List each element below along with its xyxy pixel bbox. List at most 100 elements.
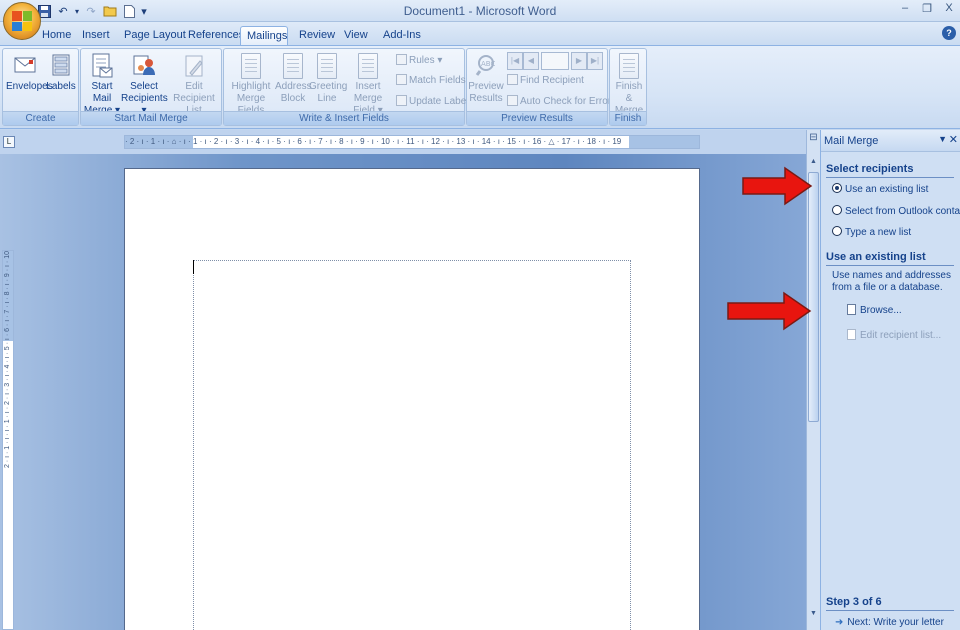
help-icon[interactable]: ? — [942, 26, 956, 40]
task-pane-title: Mail Merge — [824, 135, 879, 147]
group-preview-results: ABC Preview Results |◀ ◀ ▶ ▶| Find Recip… — [466, 48, 616, 126]
task-pane-menu-icon[interactable]: ▼ — [938, 134, 947, 144]
insert-merge-field-button[interactable]: Insert Merge Field ▾ — [342, 53, 394, 117]
minimize-button[interactable]: – — [898, 2, 912, 15]
radio-outlook-contacts[interactable]: Select from Outlook contacts — [832, 205, 960, 217]
select-recipients-line1: Select — [130, 81, 158, 92]
select-recipients-icon — [132, 53, 156, 77]
envelope-icon — [13, 53, 37, 77]
group-finish-label: Finish — [610, 111, 646, 125]
find-recipient-label: Find Recipient — [520, 75, 584, 86]
edit-recipient-list-button[interactable]: Edit Recipient List — [167, 53, 221, 117]
close-button[interactable]: X — [942, 2, 956, 15]
tab-add-ins[interactable]: Add-Ins — [377, 26, 427, 46]
first-record-icon[interactable]: |◀ — [507, 52, 523, 70]
split-box-icon[interactable]: ⊟ — [808, 132, 819, 143]
insert-merge-field-icon — [356, 53, 380, 79]
envelopes-button[interactable]: Envelopes — [6, 53, 53, 93]
edit-recipient-list-link[interactable]: Edit recipient list... — [847, 329, 941, 341]
radio-unselected-icon — [832, 205, 842, 215]
group-write-insert-fields: Highlight Merge Fields Address Block Gre… — [223, 48, 474, 126]
radio-outlook-label: Select from Outlook contacts — [845, 206, 960, 217]
tab-review[interactable]: Review — [293, 26, 341, 46]
address-block-line2: Block — [280, 93, 306, 104]
mail-merge-task-pane: Mail Merge ▼ ✕ Select recipients Use an … — [820, 130, 960, 630]
tab-home[interactable]: Home — [36, 26, 77, 46]
group-start-mail-merge: Start Mail Merge ▾ Select Recipients ▾ E… — [80, 48, 222, 126]
address-block-button[interactable]: Address Block — [275, 53, 312, 105]
restore-button[interactable]: ❐ — [920, 2, 934, 15]
tab-page-layout[interactable]: Page Layout — [118, 26, 192, 46]
auto-check-errors-button[interactable]: Auto Check for Errors — [507, 93, 616, 111]
svg-text:ABC: ABC — [481, 60, 495, 68]
start-mail-merge-line1: Start Mail — [91, 81, 113, 104]
annotation-arrow-icon — [727, 291, 812, 331]
next-record-icon[interactable]: ▶ — [571, 52, 587, 70]
edit-recipient-list-icon — [182, 53, 206, 77]
highlight-line1: Highlight — [231, 81, 271, 92]
window-controls: – ❐ X — [898, 2, 956, 15]
next-arrow-icon: ➜ — [835, 617, 844, 628]
select-recipients-button[interactable]: Select Recipients ▾ — [121, 53, 168, 117]
group-create-label: Create — [3, 111, 78, 125]
highlight-merge-fields-button[interactable]: Highlight Merge Fields — [226, 53, 276, 117]
browse-icon — [847, 304, 856, 315]
task-pane-close-icon[interactable]: ✕ — [949, 133, 958, 146]
radio-type-new-list[interactable]: Type a new list — [832, 226, 911, 238]
group-finish: Finish & Merge ▾ Finish — [609, 48, 647, 128]
existing-list-description: Use names and addresses from a file or a… — [832, 270, 951, 293]
edit-recipient-list-label: Edit recipient list... — [860, 330, 942, 341]
update-labels-button[interactable]: Update Labels — [396, 93, 474, 111]
document-area: 2 · ı · 1 · ı · ı · 1 · ı · 2 · ı · 3 · … — [0, 154, 806, 630]
auto-check-label: Auto Check for Errors — [520, 96, 617, 107]
group-create: Envelopes Labels Create — [2, 48, 79, 126]
horizontal-ruler[interactable]: · 2 · ı · 1 · ı · ⌂ · ı · 1 · ı · 2 · ı … — [124, 135, 700, 149]
labels-label: Labels — [46, 81, 76, 92]
select-recipients-heading: Select recipients — [826, 163, 954, 178]
previous-record-icon[interactable]: ◀ — [523, 52, 539, 70]
address-block-line1: Address — [275, 81, 312, 92]
preview-results-button[interactable]: ABC Preview Results — [468, 53, 504, 105]
greeting-line-icon — [315, 53, 339, 79]
start-mail-merge-button[interactable]: Start Mail Merge ▾ — [82, 53, 122, 117]
record-number-field[interactable] — [541, 52, 569, 70]
title-bar: ↶ ▾ ↷ ▾ Document1 - Microsoft Word – ❐ X — [0, 0, 960, 22]
tab-selector[interactable]: L — [3, 136, 15, 148]
match-fields-icon — [396, 74, 407, 85]
browse-label: Browse... — [860, 305, 902, 316]
record-navigator: |◀ ◀ ▶ ▶| — [507, 52, 603, 70]
task-pane-header: Mail Merge ▼ ✕ — [821, 130, 960, 152]
tab-view[interactable]: View — [338, 26, 374, 46]
document-page[interactable] — [124, 168, 700, 630]
group-write-insert-label: Write & Insert Fields — [224, 111, 464, 125]
match-fields-button[interactable]: Match Fields — [396, 72, 466, 90]
text-boundary — [193, 260, 631, 630]
last-record-icon[interactable]: ▶| — [587, 52, 603, 70]
tab-mailings[interactable]: Mailings — [240, 26, 288, 46]
update-labels-icon — [396, 95, 407, 106]
find-recipient-icon — [507, 74, 518, 85]
rules-button[interactable]: Rules ▾ — [396, 52, 442, 70]
scroll-down-button[interactable]: ▼ — [808, 608, 819, 619]
browse-link[interactable]: Browse... — [847, 304, 902, 316]
horizontal-ruler-marks: · 2 · ı · 1 · ı · ⌂ · ı · 1 · ı · 2 · ı … — [125, 137, 622, 146]
tab-insert[interactable]: Insert — [76, 26, 116, 46]
office-button[interactable] — [3, 2, 41, 40]
greeting-line-button[interactable]: Greeting Line — [309, 53, 347, 105]
radio-selected-icon — [832, 183, 842, 193]
vertical-ruler[interactable]: 2 · ı · 1 · ı · ı · 1 · ı · 2 · ı · 3 · … — [2, 250, 14, 630]
office-logo-icon — [12, 11, 32, 31]
group-preview-label: Preview Results — [467, 111, 607, 125]
finish-merge-line1: Finish & — [615, 81, 643, 104]
finish-merge-icon — [617, 53, 641, 79]
edit-recipient-list-line1: Edit — [185, 81, 203, 92]
rules-icon — [396, 54, 407, 65]
find-recipient-button[interactable]: Find Recipient — [507, 72, 584, 90]
start-mail-merge-icon — [90, 53, 114, 78]
ruler-area: L · 2 · ı · 1 · ı · ⌂ · ı · 1 · ı · 2 · … — [0, 130, 806, 154]
rules-label: Rules ▾ — [409, 55, 443, 66]
radio-use-existing-list[interactable]: Use an existing list — [832, 183, 928, 195]
labels-button[interactable]: Labels — [45, 53, 77, 93]
next-step-link[interactable]: ➜ Next: Write your letter — [835, 617, 944, 628]
group-start-mail-merge-label: Start Mail Merge — [81, 111, 221, 125]
